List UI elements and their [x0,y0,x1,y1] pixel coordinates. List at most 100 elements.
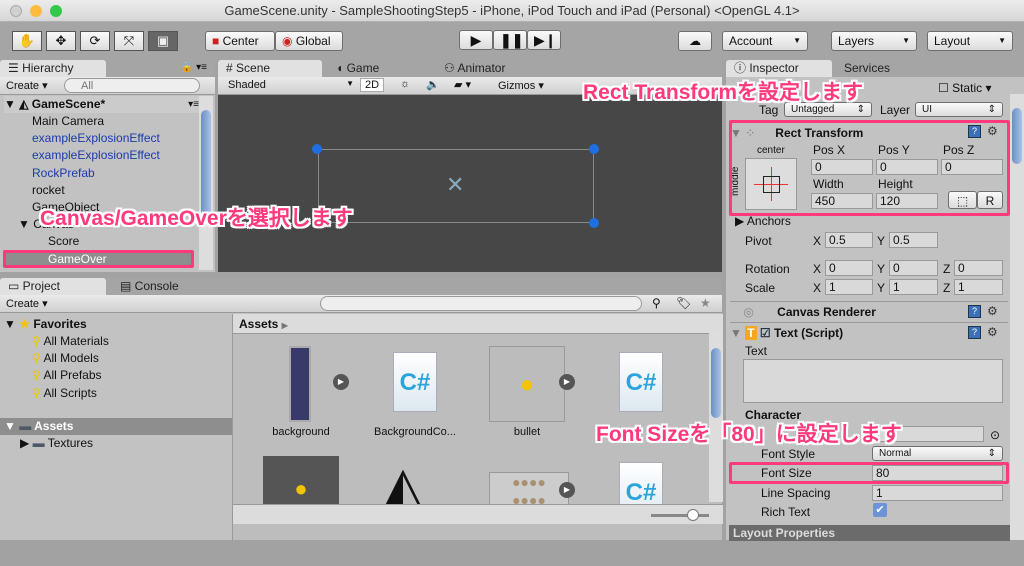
rotation-z-field[interactable]: 0 [954,260,1003,276]
inspector-scrollbar[interactable] [1010,94,1024,540]
scale-z-field[interactable]: 1 [954,279,1003,295]
line-spacing-field[interactable]: 1 [872,485,1003,501]
hierarchy-item[interactable]: Score [48,233,79,250]
expand-icon[interactable]: ▶ [559,374,575,390]
effects-icon[interactable]: ▰ ▾ [454,78,471,91]
scene-root[interactable]: ▼ ◭ GameScene* ▾≡ [4,96,199,113]
scale-y-field[interactable]: 1 [889,279,938,295]
tab-console[interactable]: ▤ Console [112,278,187,295]
favorite-item[interactable]: ⚲ All Materials [32,333,109,350]
shading-dropdown[interactable]: Shaded ▼ [228,79,354,91]
layout-dropdown[interactable]: Layout ▼ [927,31,1013,51]
hierarchy-scrollbar[interactable] [199,96,213,270]
pivot-global-button[interactable]: ◉ Global [275,31,343,51]
tab-animator[interactable]: ⚇ Animator [436,60,513,77]
tab-hierarchy[interactable]: ☰ Hierarchy [0,60,106,77]
rect-handle[interactable] [589,218,599,228]
rich-text-checkbox[interactable]: ✔ [873,503,887,517]
gear-icon[interactable]: ⚙ [987,304,998,318]
play-button[interactable]: ▶ [459,30,493,50]
rotation-x-field[interactable]: 0 [825,260,873,276]
pivot-center-button[interactable]: ■ Center [205,31,275,51]
tab-inspector[interactable]: ⓘ Inspector [726,60,832,77]
thumbnail-size-slider[interactable] [651,514,709,517]
text-script-header[interactable]: ▼ T ☑ Text (Script) [730,322,1008,342]
gear-icon[interactable]: ⚙ [987,325,998,339]
csharp-script-icon[interactable]: C# [393,352,437,412]
lighting-icon[interactable]: ☼ [400,78,410,90]
favorites-folder[interactable]: ▼ ★ Favorites [4,316,87,333]
help-icon[interactable]: ? [968,326,981,339]
expand-icon[interactable]: ▶ [559,482,575,498]
hierarchy-search-input[interactable] [64,78,200,93]
object-picker-icon[interactable]: ⊙ [990,428,1000,442]
zoom-window-button[interactable] [50,5,62,17]
pivot-x-field[interactable]: 0.5 [825,232,873,248]
account-dropdown[interactable]: Account ▼ [722,31,808,51]
hierarchy-item[interactable]: rocket [32,182,65,199]
tab-game[interactable]: ◖ Game [328,60,387,77]
tab-scene[interactable]: # Scene [218,60,322,77]
search-icon: ⚲ [32,351,41,366]
assets-folder[interactable]: ▼ ▬ Assets [0,418,232,435]
pivot-y-field[interactable]: 0.5 [889,232,938,248]
rect-icon[interactable]: ▣ [148,31,178,51]
favorites-label: Favorites [33,317,87,331]
static-checkbox[interactable]: ☐ Static ▾ [938,81,991,95]
canvas-renderer-header[interactable]: ◎ Canvas Renderer [730,301,1008,321]
asset-bullet[interactable]: bullet [472,426,582,438]
favorite-item-label: All Materials [43,334,109,348]
favorite-item[interactable]: ⚲ All Models [32,350,99,367]
rotate-icon[interactable]: ⟳ [80,31,110,51]
hierarchy-create-button[interactable]: Create ▾ [6,79,48,92]
hierarchy-item[interactable]: exampleExplosionEffect [32,147,160,164]
cloud-icon[interactable]: ☁ [678,31,712,51]
layout-properties-label: Layout Properties [733,526,836,540]
breadcrumb[interactable]: Assets ▶ [233,314,723,334]
font-style-dropdown[interactable]: Normal ⇕ [872,446,1003,461]
favorite-star-icon[interactable]: ★ [700,296,711,310]
project-create-button[interactable]: Create ▾ [6,297,48,310]
help-icon[interactable]: ? [968,305,981,318]
minimize-window-button[interactable] [30,5,42,17]
bullet-thumbnail[interactable]: ● [489,346,565,422]
hierarchy-item[interactable]: exampleExplosionEffect [32,130,160,147]
asset-backgroundco[interactable]: BackgroundCo... [360,426,470,438]
text-content-area[interactable] [743,359,1003,403]
pivot-icon[interactable]: ✕ [446,172,464,198]
step-button[interactable]: ▶❙ [527,30,561,50]
favorite-item[interactable]: ⚲ All Prefabs [32,367,102,384]
favorite-item[interactable]: ⚲ All Scripts [32,385,97,402]
slider-thumb[interactable] [687,509,699,521]
tab-project[interactable]: ▭ Project [0,278,106,295]
assets-scrollbar[interactable] [709,332,723,502]
tab-services[interactable]: Services [836,60,898,77]
scale-icon[interactable]: ⤧ [114,31,144,51]
filter-label-icon[interactable]: 🏷 [676,296,691,310]
gizmos-dropdown[interactable]: Gizmos ▾ [498,79,544,92]
pause-button[interactable]: ❚❚ [493,30,527,50]
lock-icon[interactable]: 🔒 ▾≡ [181,62,207,73]
folder-textures[interactable]: ▶ ▬ Textures [20,435,93,452]
anchors-foldout[interactable]: ▶ Anchors [735,214,791,228]
csharp-script-icon[interactable]: C# [619,352,663,412]
audio-icon[interactable]: 🔈 [426,78,440,91]
filter-type-icon[interactable]: ⚲ [652,296,661,310]
rect-handle[interactable] [589,144,599,154]
layers-dropdown[interactable]: Layers ▼ [831,31,917,51]
rect-handle[interactable] [312,144,322,154]
asset-background[interactable]: background [246,426,356,438]
rotation-y-field[interactable]: 0 [889,260,938,276]
layer-dropdown[interactable]: UI ⇕ [915,102,1003,117]
2d-toggle[interactable]: 2D [360,78,385,92]
scale-x-field[interactable]: 1 [825,279,873,295]
hierarchy-item[interactable]: Main Camera [32,113,104,130]
layout-properties-bar[interactable]: Layout Properties [729,525,1010,541]
move-icon[interactable]: ✥ [46,31,76,51]
hierarchy-item[interactable]: RockPrefab [32,165,95,182]
project-search-input[interactable] [320,296,642,311]
close-window-button[interactable] [10,5,22,17]
hand-icon[interactable]: ✋ [12,31,42,51]
expand-icon[interactable]: ▶ [333,374,349,390]
background-thumbnail[interactable] [289,346,311,422]
